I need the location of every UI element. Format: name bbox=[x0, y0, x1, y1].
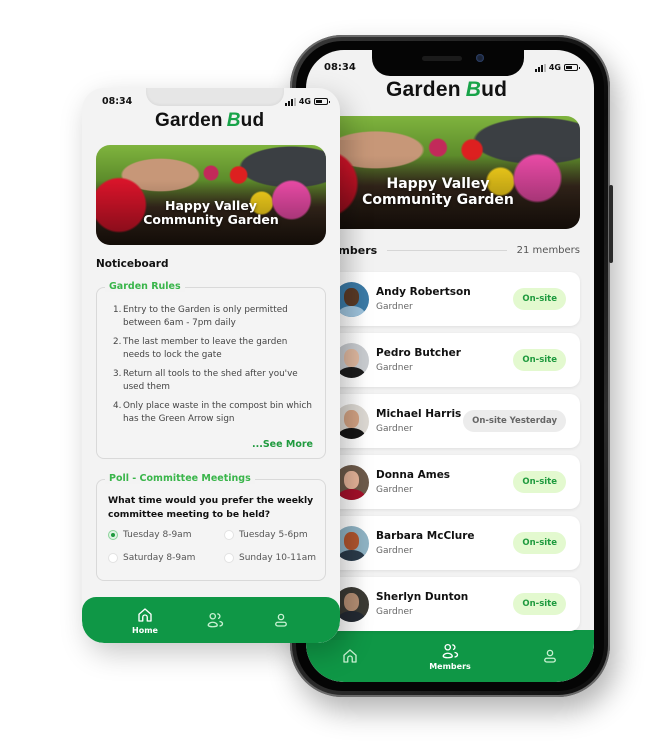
rule-item: 4. Only place waste in the compost bin wh… bbox=[113, 401, 312, 424]
member-name: Sherlyn Dunton bbox=[376, 591, 469, 603]
battery-icon bbox=[564, 64, 580, 71]
status-time: 08:34 bbox=[102, 96, 133, 107]
home-icon bbox=[138, 607, 152, 622]
rule-item: 2. The last member to leave the garden ne… bbox=[113, 337, 288, 360]
status-time: 08:34 bbox=[324, 62, 356, 73]
poll-option[interactable]: Saturday 8-9am bbox=[108, 553, 195, 563]
poll-option[interactable]: Tuesday 5-6pm bbox=[224, 530, 308, 540]
nav-home-label: Home bbox=[132, 625, 158, 635]
member-name: Donna Ames bbox=[376, 469, 451, 481]
nav-home[interactable] bbox=[341, 647, 359, 665]
logo-text-ud: ud bbox=[240, 110, 265, 131]
status-badge: On-site Yesterday bbox=[463, 410, 566, 432]
phone-notch bbox=[372, 48, 524, 76]
garden-banner: Happy Valley Community Garden bbox=[96, 145, 326, 245]
radio-unselected[interactable] bbox=[108, 553, 118, 563]
member-role: Gardner bbox=[376, 607, 413, 617]
members-count: 21 members bbox=[516, 245, 580, 256]
status-indicators: 4G bbox=[534, 63, 580, 72]
member-role: Gardner bbox=[376, 302, 413, 312]
nav-home[interactable]: Home bbox=[132, 606, 158, 635]
banner-title: Happy Valley Community Garden bbox=[306, 176, 580, 208]
member-role: Gardner bbox=[376, 485, 413, 495]
leaf-b-icon: B bbox=[226, 110, 241, 131]
status-badge: On-site bbox=[513, 349, 566, 371]
members-bottom-nav: Members bbox=[306, 630, 594, 682]
phone-notch bbox=[146, 88, 284, 106]
leaf-b-icon: B bbox=[465, 78, 482, 101]
network-label: 4G bbox=[548, 63, 561, 72]
signal-icon bbox=[284, 97, 296, 106]
status-badge: On-site bbox=[513, 532, 566, 554]
home-bottom-nav: Home bbox=[82, 597, 340, 643]
member-name: Barbara McClure bbox=[376, 530, 475, 542]
banner-title-line1: Happy Valley bbox=[386, 176, 490, 192]
speaker bbox=[422, 56, 462, 61]
logo-text-garden: Garden bbox=[386, 78, 461, 101]
banner-title-line2: Community Garden bbox=[143, 212, 279, 228]
member-role: Gardner bbox=[376, 424, 413, 434]
front-camera bbox=[476, 54, 484, 62]
rule-item: 3. Return all tools to the shed after you… bbox=[113, 369, 298, 392]
poll-option[interactable]: Sunday 10-11am bbox=[224, 553, 316, 563]
noticeboard-title: Noticeboard bbox=[96, 258, 169, 270]
member-card[interactable]: Donna Ames Gardner On-site bbox=[318, 455, 580, 509]
profile-icon bbox=[543, 649, 556, 663]
poll-option[interactable]: Tuesday 8-9am bbox=[108, 530, 191, 540]
see-more-link[interactable]: ...See More bbox=[252, 439, 313, 450]
member-name: Michael Harris bbox=[376, 408, 462, 420]
member-role: Gardner bbox=[376, 363, 413, 373]
garden-rules-panel: Garden Rules 1. Entry to the Garden is on… bbox=[96, 281, 326, 459]
logo-text-ud: ud bbox=[481, 78, 508, 101]
poll-title: Poll - Committee Meetings bbox=[105, 473, 255, 484]
status-indicators: 4G bbox=[284, 97, 330, 106]
status-badge: On-site bbox=[513, 288, 566, 310]
logo-text-garden: Garden bbox=[155, 110, 223, 131]
battery-icon bbox=[314, 98, 330, 105]
member-card[interactable]: Sherlyn Dunton Gardner On-site bbox=[318, 577, 580, 631]
home-icon bbox=[343, 649, 357, 663]
app-logo: Garden B ud bbox=[155, 110, 264, 132]
garden-banner: Happy Valley Community Garden bbox=[306, 116, 580, 229]
banner-title-line2: Community Garden bbox=[362, 192, 514, 209]
members-icon bbox=[207, 612, 224, 628]
member-role: Gardner bbox=[376, 546, 413, 556]
nav-members[interactable]: Members bbox=[429, 642, 471, 671]
poll-question: What time would you prefer the weekly co… bbox=[108, 495, 314, 520]
nav-members[interactable] bbox=[206, 611, 224, 629]
rule-item: 1. Entry to the Garden is only permitted … bbox=[113, 305, 288, 328]
radio-selected[interactable] bbox=[108, 530, 118, 540]
poll-panel: Poll - Committee Meetings What time woul… bbox=[96, 473, 326, 581]
side-button bbox=[609, 185, 613, 263]
status-badge: On-site bbox=[513, 471, 566, 493]
app-logo: Garden B ud bbox=[386, 78, 507, 102]
profile-icon bbox=[275, 613, 287, 627]
member-card[interactable]: Michael Harris Gardner On-site Yesterday bbox=[318, 394, 580, 448]
status-badge: On-site bbox=[513, 593, 566, 615]
nav-members-label: Members bbox=[429, 661, 471, 671]
home-screen: 08:34 4G Garden B ud Happy Valley Commun… bbox=[82, 88, 340, 643]
members-header: Members 21 members bbox=[320, 244, 580, 257]
member-name: Andy Robertson bbox=[376, 286, 471, 298]
members-divider bbox=[387, 250, 507, 251]
radio-unselected[interactable] bbox=[224, 553, 234, 563]
garden-rules-list: 1. Entry to the Garden is only permitted … bbox=[113, 304, 315, 432]
banner-title: Happy Valley Community Garden bbox=[96, 198, 326, 228]
member-card[interactable]: Pedro Butcher Gardner On-site bbox=[318, 333, 580, 387]
radio-unselected[interactable] bbox=[224, 530, 234, 540]
nav-profile[interactable] bbox=[541, 647, 559, 665]
member-card[interactable]: Andy Robertson Gardner On-site bbox=[318, 272, 580, 326]
member-card[interactable]: Barbara McClure Gardner On-site bbox=[318, 516, 580, 570]
members-icon bbox=[442, 643, 459, 658]
garden-rules-title: Garden Rules bbox=[105, 281, 185, 292]
signal-icon bbox=[534, 63, 546, 72]
member-name: Pedro Butcher bbox=[376, 347, 461, 359]
nav-profile[interactable] bbox=[272, 611, 290, 629]
network-label: 4G bbox=[298, 97, 311, 106]
